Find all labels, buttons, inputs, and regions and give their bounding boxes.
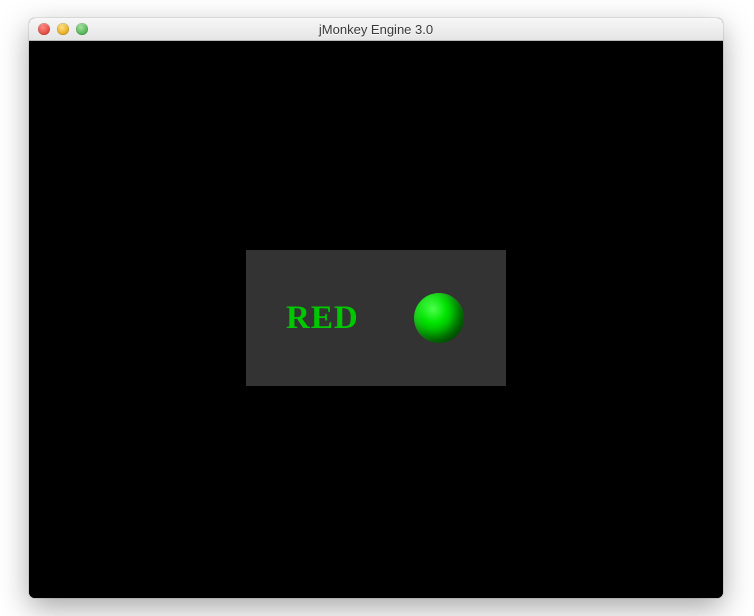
app-window: jMonkey Engine 3.0 RED xyxy=(29,18,723,598)
traffic-lights xyxy=(38,23,88,35)
window-title: jMonkey Engine 3.0 xyxy=(29,22,723,37)
zoom-icon[interactable] xyxy=(76,23,88,35)
hud-panel: RED xyxy=(246,250,506,386)
hud-label: RED xyxy=(286,300,359,337)
close-icon[interactable] xyxy=(38,23,50,35)
minimize-icon[interactable] xyxy=(57,23,69,35)
viewport: RED xyxy=(29,41,723,598)
titlebar[interactable]: jMonkey Engine 3.0 xyxy=(29,18,723,41)
sphere-icon xyxy=(414,293,464,343)
